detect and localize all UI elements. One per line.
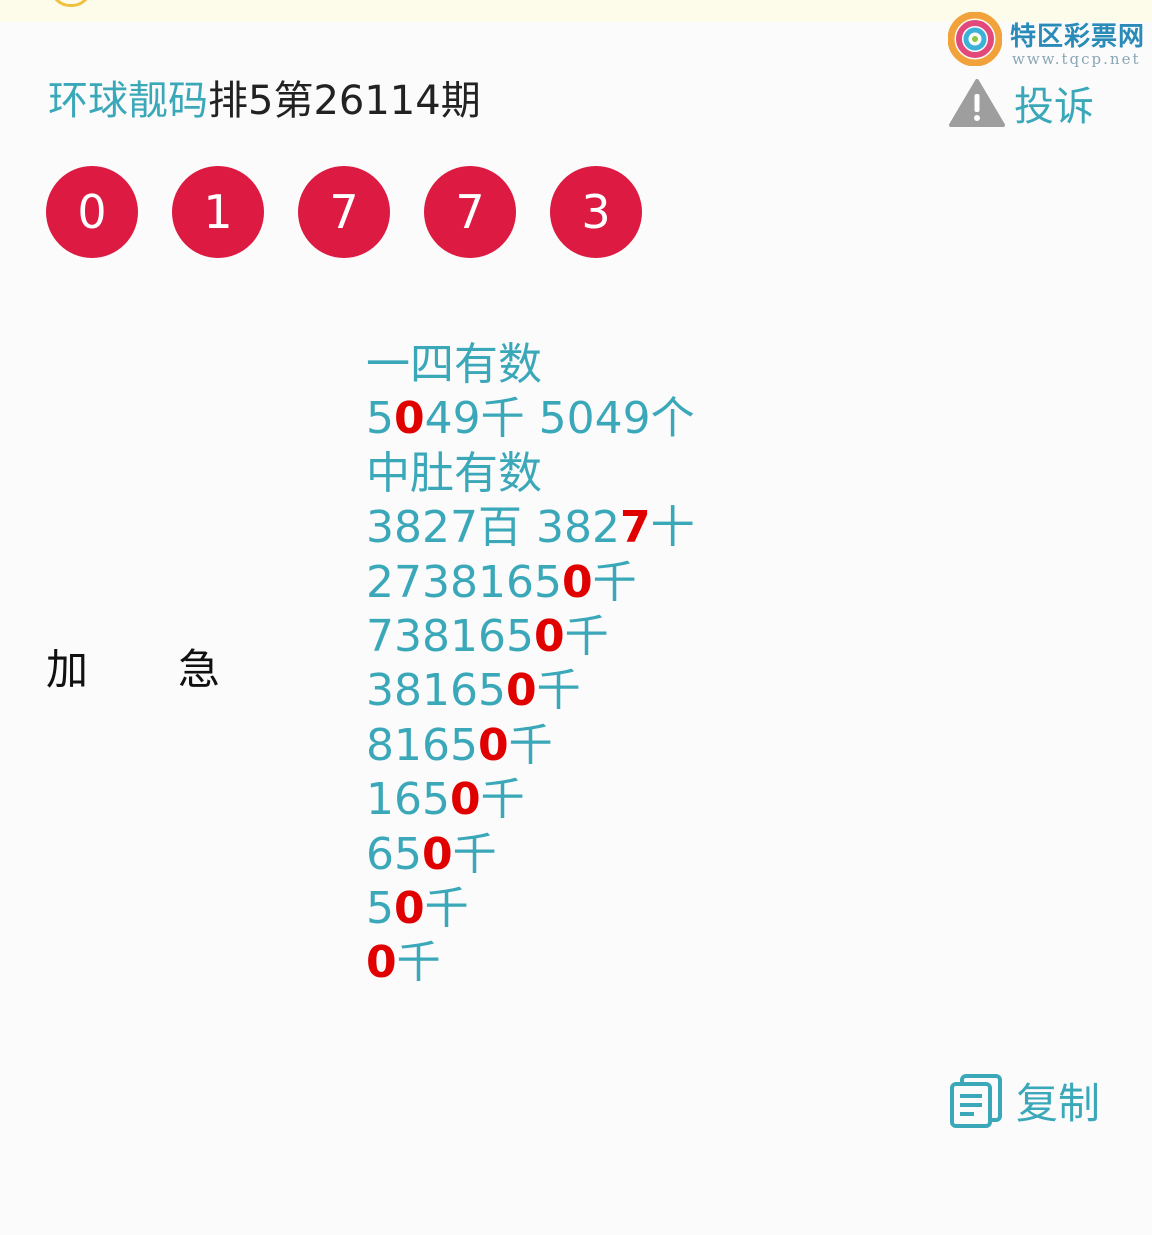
highlight-digit: 0 bbox=[394, 882, 425, 934]
line-text: 千 bbox=[564, 610, 609, 662]
prediction-line: 81650千 bbox=[366, 719, 695, 773]
line-text: 千 bbox=[396, 937, 441, 989]
line-text: 千 bbox=[424, 882, 469, 934]
urgent-char: 急 bbox=[178, 645, 221, 694]
line-text: 十 bbox=[650, 502, 695, 554]
line-text: 3827百 382 bbox=[366, 502, 620, 554]
watermark-name: 特区彩票网 bbox=[1010, 22, 1146, 52]
prediction-line: 650千 bbox=[366, 828, 695, 882]
line-text: 8165 bbox=[366, 719, 478, 771]
highlight-digit: 0 bbox=[366, 937, 397, 989]
highlight-digit: 0 bbox=[394, 393, 425, 445]
line-text: 738165 bbox=[366, 610, 534, 662]
highlight-digit: 0 bbox=[477, 719, 509, 771]
number-ball: 7 bbox=[424, 166, 516, 258]
line-text: 49千 5049个 bbox=[424, 393, 695, 445]
line-text: 中肚有数 bbox=[366, 447, 542, 499]
urgent-char: 加 bbox=[46, 645, 89, 694]
prediction-line: 中肚有数 bbox=[366, 447, 695, 501]
line-text: 5 bbox=[366, 882, 394, 934]
line-text: 千 bbox=[452, 828, 497, 880]
site-watermark: 特区彩票网 www.tqcp.net bbox=[948, 10, 1148, 70]
copy-button[interactable]: 复制 bbox=[948, 1070, 1100, 1131]
prediction-line: 3827百 3827十 bbox=[366, 501, 695, 555]
line-text: 千 bbox=[536, 665, 581, 717]
highlight-digit: 0 bbox=[505, 665, 537, 717]
prediction-line: 1650千 bbox=[366, 773, 695, 827]
prediction-line: 50千 bbox=[366, 882, 695, 936]
number-ball: 7 bbox=[298, 166, 390, 258]
prediction-text: 一四有数 5049千 5049个 中肚有数 3827百 3827十 27381650千 7… bbox=[366, 338, 695, 991]
prediction-line: 7381650千 bbox=[366, 610, 695, 664]
copy-label: 复制 bbox=[1016, 1079, 1101, 1128]
line-text: 2738165 bbox=[366, 556, 562, 608]
number-ball: 1 bbox=[172, 166, 264, 258]
title-issue: 排5第26114期 bbox=[208, 78, 481, 124]
warning-icon bbox=[949, 79, 1005, 127]
draw-numbers: 0 1 7 7 3 bbox=[46, 166, 642, 258]
line-text: 165 bbox=[366, 774, 450, 826]
coin-icon bbox=[50, 0, 92, 7]
highlight-digit: 0 bbox=[533, 610, 565, 662]
line-text: 65 bbox=[366, 828, 422, 880]
highlight-digit: 0 bbox=[449, 774, 481, 826]
copy-icon bbox=[950, 1073, 1002, 1128]
prediction-line: 27381650千 bbox=[366, 556, 695, 610]
highlight-digit: 0 bbox=[561, 556, 593, 608]
line-text: 千 bbox=[480, 774, 525, 826]
highlight-digit: 7 bbox=[619, 502, 651, 554]
prediction-line: 5049千 5049个 bbox=[366, 392, 695, 446]
highlight-digit: 0 bbox=[422, 828, 453, 880]
line-text: 千 bbox=[508, 719, 553, 771]
complain-label: 投诉 bbox=[1014, 84, 1094, 130]
prediction-line: 381650千 bbox=[366, 664, 695, 718]
line-text: 千 bbox=[592, 556, 637, 608]
line-text: 38165 bbox=[366, 665, 506, 717]
prediction-line: 一四有数 bbox=[366, 338, 695, 392]
page-title: 环球靓码排5第26114期 bbox=[48, 74, 481, 128]
watermark-url: www.tqcp.net bbox=[1012, 50, 1141, 68]
swirl-logo-icon bbox=[948, 12, 1002, 66]
number-ball: 3 bbox=[550, 166, 642, 258]
line-text: 5 bbox=[366, 393, 394, 445]
complain-button[interactable]: 投诉 bbox=[948, 76, 1094, 130]
title-brand: 环球靓码 bbox=[48, 78, 208, 124]
line-text: 一四有数 bbox=[366, 339, 542, 390]
number-ball: 0 bbox=[46, 166, 138, 258]
urgent-label: 加 急 bbox=[46, 636, 220, 697]
prediction-line: 0千 bbox=[366, 936, 695, 990]
